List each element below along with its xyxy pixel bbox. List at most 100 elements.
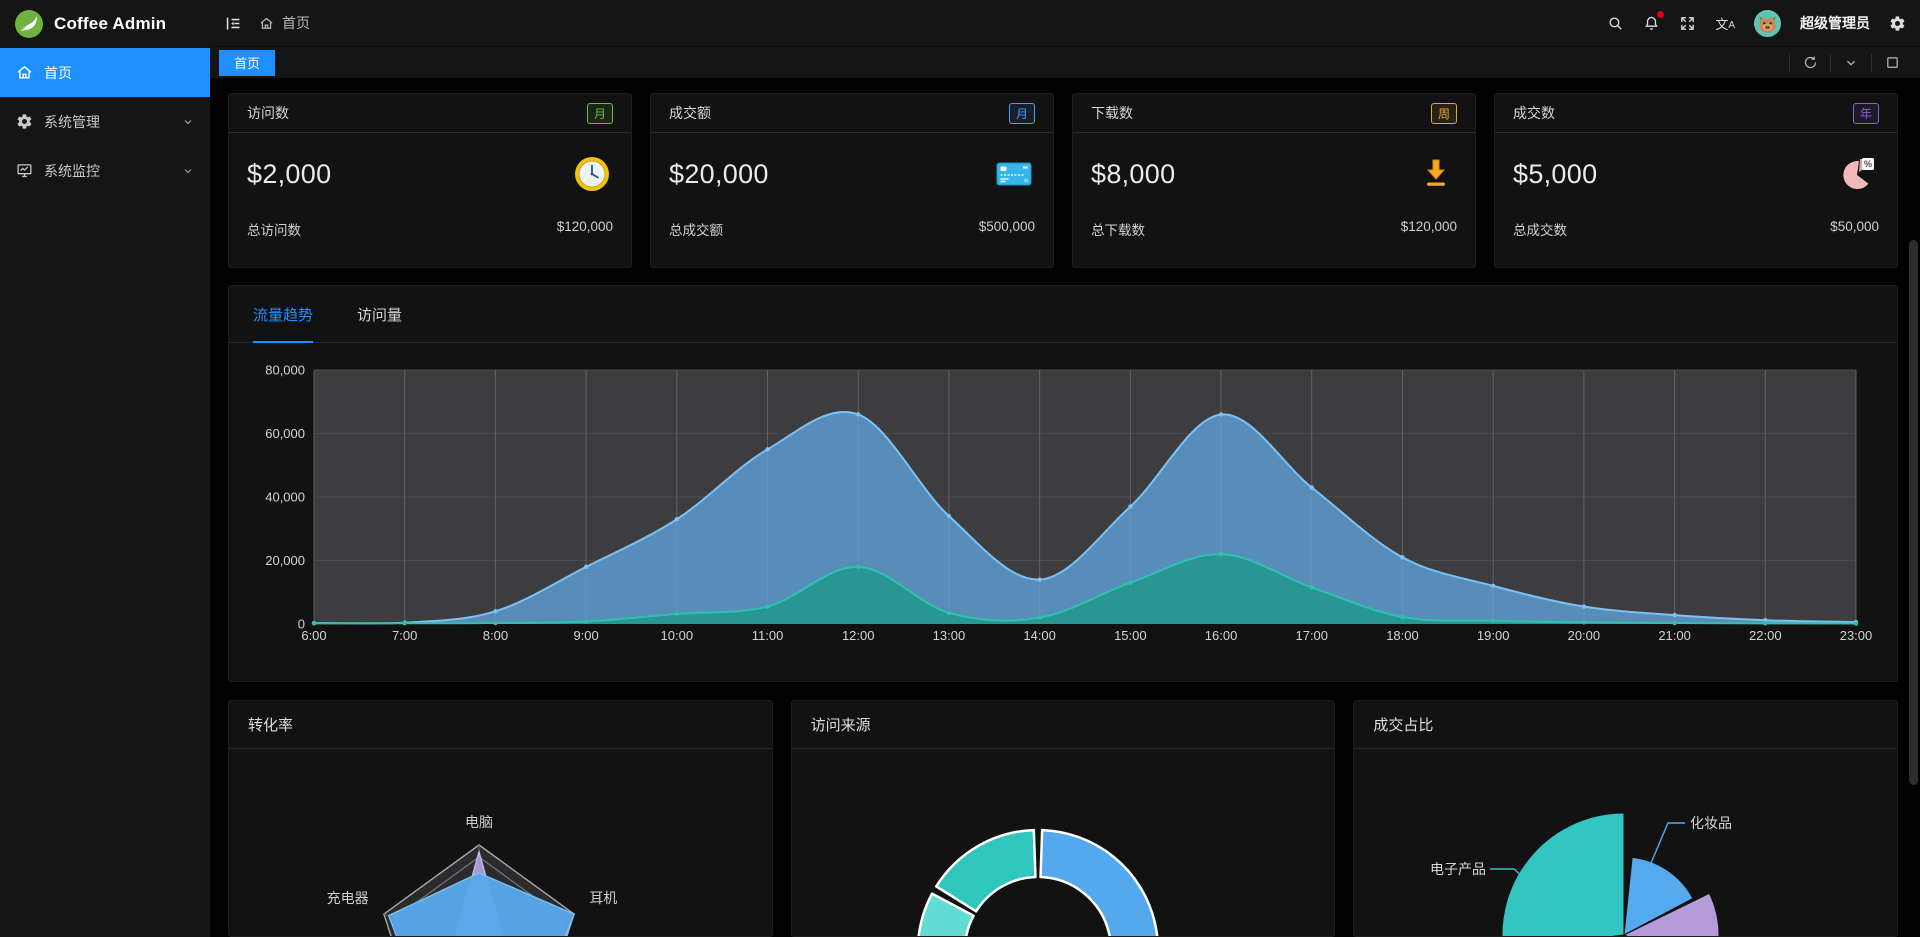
svg-text:充电器: 充电器 bbox=[327, 890, 369, 906]
stat-card-deals: 成交数 年 $5,000 % bbox=[1494, 93, 1898, 268]
sidebar-item-system-monitor[interactable]: 系统监控 bbox=[0, 146, 210, 195]
svg-text:20,000: 20,000 bbox=[265, 553, 305, 568]
svg-text:60,000: 60,000 bbox=[265, 426, 305, 441]
svg-text:12:00: 12:00 bbox=[842, 628, 875, 643]
coffee-admin-logo-icon bbox=[14, 9, 44, 39]
avatar[interactable] bbox=[1754, 10, 1781, 37]
translate-zh-glyph: 文 bbox=[1715, 14, 1728, 33]
stat-footer-label: 总访问数 bbox=[247, 219, 301, 239]
stat-card-row: 访问数 月 $2,000 bbox=[228, 93, 1898, 268]
period-badge: 月 bbox=[587, 103, 613, 124]
download-icon bbox=[1415, 153, 1457, 195]
search-icon[interactable] bbox=[1607, 15, 1624, 32]
stat-value: $5,000 bbox=[1513, 159, 1597, 190]
svg-text:18:00: 18:00 bbox=[1386, 628, 1419, 643]
stat-card-visits: 访问数 月 $2,000 bbox=[228, 93, 632, 268]
stat-card-title: 下载数 bbox=[1091, 103, 1133, 123]
svg-text:耳机: 耳机 bbox=[589, 890, 617, 906]
stat-footer-label: 总成交额 bbox=[669, 219, 723, 239]
sidebar-item-home[interactable]: 首页 bbox=[0, 48, 210, 97]
svg-text:13:00: 13:00 bbox=[933, 628, 966, 643]
tab-traffic-trend[interactable]: 流量趋势 bbox=[253, 286, 313, 342]
username[interactable]: 超级管理员 bbox=[1800, 13, 1870, 33]
svg-text:22:00: 22:00 bbox=[1749, 628, 1782, 643]
trend-chart-tabs: 流量趋势 访问量 bbox=[229, 286, 1897, 343]
fullscreen-icon[interactable] bbox=[1679, 15, 1696, 32]
vertical-scrollbar[interactable] bbox=[1909, 240, 1918, 785]
stat-card-downloads: 下载数 周 $8,000 bbox=[1072, 93, 1476, 268]
stat-footer-value: $120,000 bbox=[1401, 219, 1457, 239]
svg-text:10:00: 10:00 bbox=[661, 628, 694, 643]
svg-text:20:00: 20:00 bbox=[1568, 628, 1601, 643]
sidebar-item-label: 系统监控 bbox=[44, 161, 100, 181]
svg-text:电脑: 电脑 bbox=[465, 814, 493, 830]
period-badge: 年 bbox=[1853, 103, 1879, 124]
gear-icon bbox=[16, 113, 33, 130]
svg-text:23:00: 23:00 bbox=[1840, 628, 1873, 643]
breadcrumb[interactable]: 首页 bbox=[259, 13, 310, 33]
svg-text:16:00: 16:00 bbox=[1205, 628, 1238, 643]
stat-footer-value: $50,000 bbox=[1830, 219, 1879, 239]
notification-dot bbox=[1657, 11, 1664, 18]
stat-footer-value: $500,000 bbox=[979, 219, 1035, 239]
stat-card-turnover: 成交额 月 $20,000 bbox=[650, 93, 1054, 268]
app-logo: Coffee Admin bbox=[0, 0, 210, 48]
svg-text:化妆品: 化妆品 bbox=[1690, 815, 1732, 831]
stat-value: $2,000 bbox=[247, 159, 331, 190]
svg-text:21:00: 21:00 bbox=[1658, 628, 1691, 643]
trend-chart-card: 流量趋势 访问量 020,00040,00060,00080,0006:007:… bbox=[228, 285, 1898, 682]
stat-footer-value: $120,000 bbox=[557, 219, 613, 239]
svg-text:8:00: 8:00 bbox=[483, 628, 508, 643]
tab-visit-volume[interactable]: 访问量 bbox=[357, 286, 402, 342]
tab-controls bbox=[1789, 54, 1912, 72]
app-window: Coffee Admin 首页 系统管理 bbox=[0, 0, 1920, 937]
gear-icon[interactable] bbox=[1889, 15, 1906, 32]
translate-icon[interactable]: 文A bbox=[1715, 14, 1735, 33]
bottom-card-row: 转化率 电脑耳机充电器 访问来源 成交占比 电子产品化妆品 bbox=[228, 700, 1898, 937]
card-title: 成交占比 bbox=[1354, 701, 1897, 749]
svg-text:11:00: 11:00 bbox=[752, 628, 784, 643]
stat-value: $20,000 bbox=[669, 159, 769, 190]
main-area: 首页 文A bbox=[210, 0, 1920, 937]
svg-text:9:00: 9:00 bbox=[573, 628, 598, 643]
menu-fold-icon[interactable] bbox=[224, 14, 243, 33]
topbar: 首页 文A bbox=[210, 0, 1920, 46]
chevron-down-icon[interactable] bbox=[1831, 56, 1871, 70]
svg-text:15:00: 15:00 bbox=[1114, 628, 1147, 643]
stat-card-title: 访问数 bbox=[247, 103, 289, 123]
visit-source-donut-chart bbox=[792, 749, 1335, 936]
chevron-down-icon bbox=[182, 165, 194, 177]
stat-footer-label: 总下载数 bbox=[1091, 219, 1145, 239]
tab-home[interactable]: 首页 bbox=[219, 50, 275, 76]
card-title: 转化率 bbox=[229, 701, 772, 749]
refresh-icon[interactable] bbox=[1790, 55, 1830, 70]
credit-card-icon bbox=[993, 153, 1035, 195]
card-title: 访问来源 bbox=[792, 701, 1335, 749]
breadcrumb-label: 首页 bbox=[282, 13, 310, 33]
stat-card-title: 成交额 bbox=[669, 103, 711, 123]
stat-footer-label: 总成交数 bbox=[1513, 219, 1567, 239]
monitor-icon bbox=[16, 162, 33, 179]
maximize-icon[interactable] bbox=[1872, 55, 1912, 70]
chevron-down-icon bbox=[182, 116, 194, 128]
bell-icon[interactable] bbox=[1643, 15, 1660, 32]
svg-text:6:00: 6:00 bbox=[301, 628, 326, 643]
home-icon bbox=[259, 16, 274, 31]
conversion-radar-chart: 电脑耳机 充电器 bbox=[229, 749, 772, 936]
sidebar-item-system-management[interactable]: 系统管理 bbox=[0, 97, 210, 146]
svg-text:14:00: 14:00 bbox=[1023, 628, 1056, 643]
sidebar-item-label: 首页 bbox=[44, 63, 72, 83]
svg-text:17:00: 17:00 bbox=[1295, 628, 1328, 643]
app-title: Coffee Admin bbox=[54, 14, 166, 34]
home-icon bbox=[16, 64, 33, 81]
traffic-area-chart: 020,00040,00060,00080,0006:007:008:009:0… bbox=[229, 343, 1897, 681]
stat-value: $8,000 bbox=[1091, 159, 1175, 190]
clock-icon bbox=[571, 153, 613, 195]
period-badge: 月 bbox=[1009, 103, 1035, 124]
sidebar-item-label: 系统管理 bbox=[44, 112, 100, 132]
tabbar: 首页 bbox=[210, 46, 1920, 78]
sidebar-menu: 首页 系统管理 系统监控 bbox=[0, 48, 210, 195]
svg-text:19:00: 19:00 bbox=[1477, 628, 1510, 643]
translate-en-glyph: A bbox=[1728, 20, 1735, 31]
svg-text:80,000: 80,000 bbox=[265, 363, 305, 378]
